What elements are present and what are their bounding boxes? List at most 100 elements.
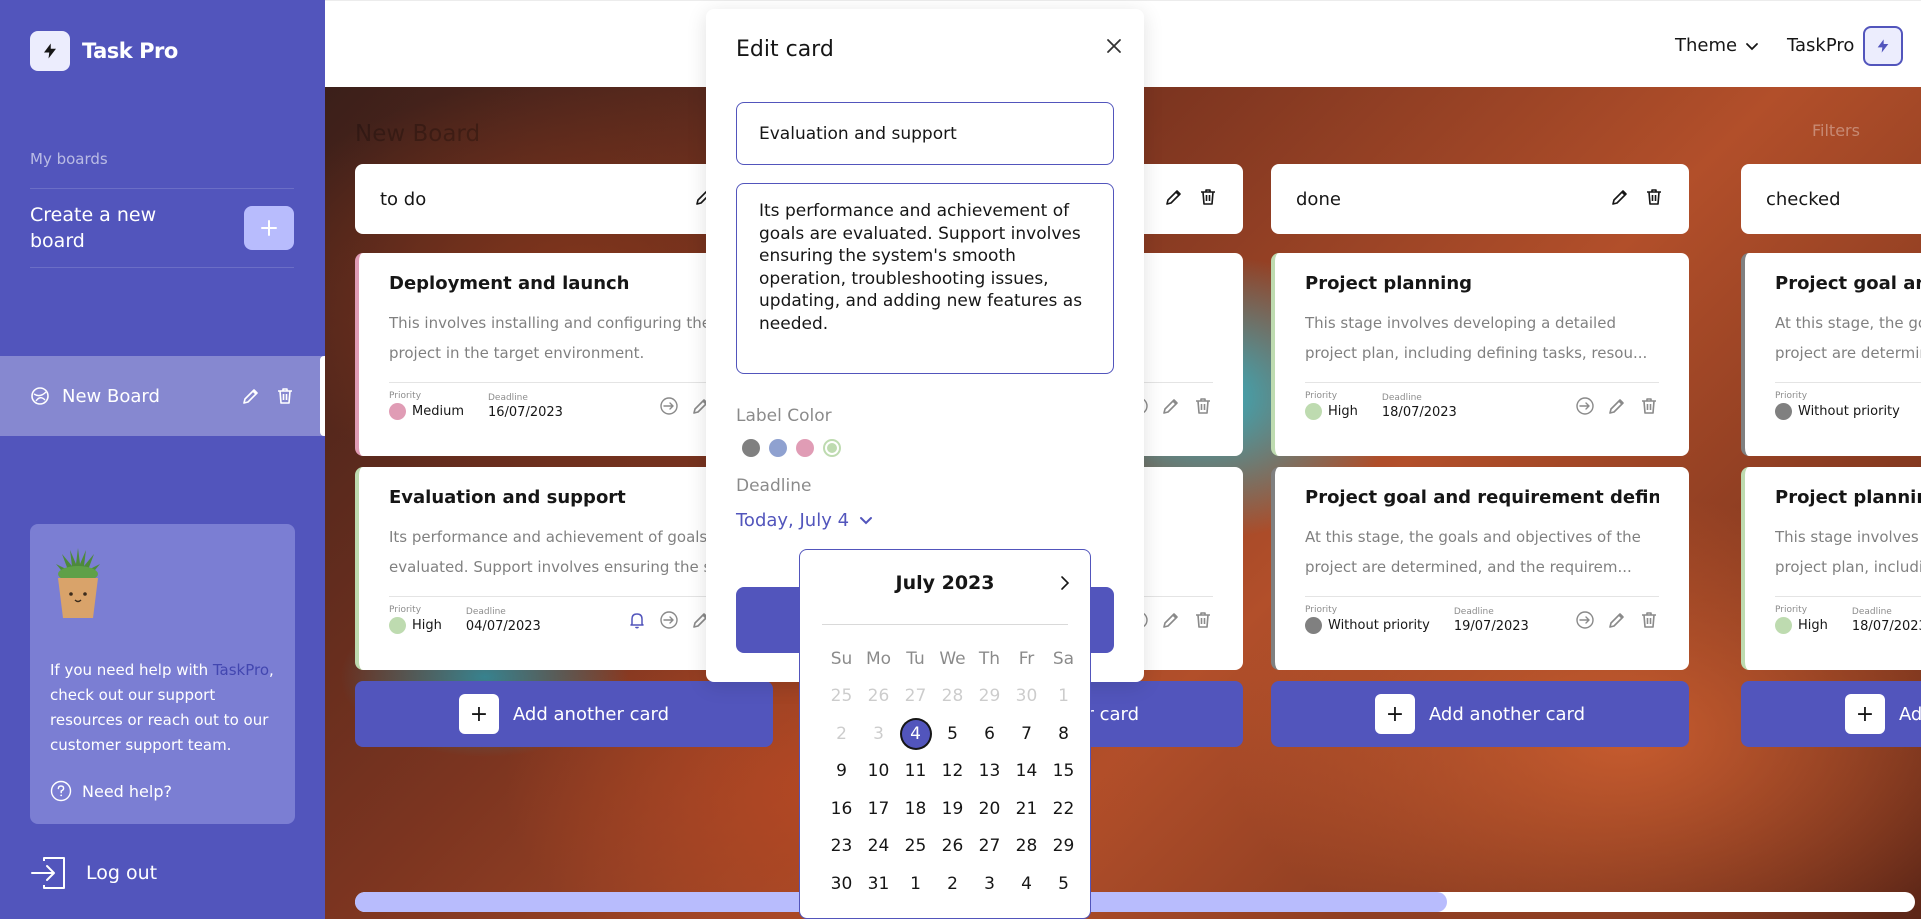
calendar-day[interactable]: 24 (860, 828, 897, 866)
calendar-day[interactable]: 4 (1008, 865, 1045, 903)
move-card-icon[interactable] (1575, 610, 1595, 634)
card-deadline: Deadline 16/07/2023 (488, 393, 563, 420)
trash-icon[interactable] (1193, 396, 1213, 420)
calendar-day[interactable]: 14 (1008, 753, 1045, 791)
calendar-day[interactable]: 26 (934, 828, 971, 866)
create-board-button[interactable] (244, 206, 294, 250)
calendar-day[interactable]: 10 (860, 753, 897, 791)
trash-icon[interactable] (1193, 610, 1213, 634)
pencil-icon[interactable] (241, 386, 261, 406)
calendar-day-number: 1 (1058, 686, 1069, 707)
label-color-option[interactable] (796, 439, 814, 457)
calendar-day[interactable]: 19 (934, 790, 971, 828)
card-title-input[interactable] (736, 102, 1114, 165)
calendar-day[interactable]: 22 (1045, 790, 1082, 828)
calendar-day[interactable]: 6 (971, 715, 1008, 753)
calendar-day[interactable]: 23 (823, 828, 860, 866)
calendar-day[interactable]: 5 (934, 715, 971, 753)
calendar-grid: Su Mo Tu We Th Fr Sa 25 26 27 28 29 30 1 2 3 4 5 6 7 8 9 10 11 1… (823, 640, 1082, 903)
calendar-day-number: 6 (984, 723, 995, 744)
calendar-day[interactable]: 8 (1045, 715, 1082, 753)
card-description: Its performance and achievement of goals… (389, 528, 737, 576)
calendar-day[interactable]: 25 (897, 828, 934, 866)
add-card-button[interactable]: + Add another card (1271, 681, 1689, 747)
calendar-day[interactable]: 13 (971, 753, 1008, 791)
filters-button[interactable]: Filters (1812, 121, 1860, 140)
trash-icon[interactable] (1198, 187, 1218, 212)
card-priority: Priority High (1775, 605, 1828, 634)
app-logo[interactable]: Task Pro (30, 31, 178, 71)
calendar-day[interactable]: 17 (860, 790, 897, 828)
calendar-day: 28 (934, 678, 971, 716)
pencil-icon[interactable] (1161, 396, 1181, 420)
card-divider (389, 382, 743, 383)
pencil-icon[interactable] (1610, 187, 1630, 212)
user-name[interactable]: TaskPro (1787, 35, 1854, 56)
task-card[interactable]: Project planning This stage involves dev… (1271, 253, 1689, 456)
label-color-option[interactable] (823, 439, 841, 457)
card-deadline: Deadline 18/07/2023 (1852, 607, 1921, 634)
calendar-day[interactable]: 2 (934, 865, 971, 903)
move-card-icon[interactable] (659, 610, 679, 634)
sidebar-item-new-board[interactable]: New Board (0, 356, 325, 436)
calendar-day[interactable]: 3 (971, 865, 1008, 903)
need-help-button[interactable]: Need help? (50, 780, 172, 802)
pencil-icon[interactable] (1164, 187, 1184, 212)
pencil-icon[interactable] (1607, 396, 1627, 420)
calendar-day-number: 1 (910, 873, 921, 894)
label-color-heading: Label Color (736, 406, 832, 426)
close-icon[interactable] (1106, 35, 1122, 60)
calendar-day[interactable]: 21 (1008, 790, 1045, 828)
label-color-option[interactable] (742, 439, 760, 457)
card-description-input[interactable]: Its performance and achievement of goals… (736, 183, 1114, 374)
calendar-day[interactable]: 11 (897, 753, 934, 791)
calendar-day[interactable]: 20 (971, 790, 1008, 828)
calendar-day-number: 27 (904, 686, 927, 707)
task-card[interactable]: Project goal and requirement definition … (1271, 467, 1689, 670)
calendar-day[interactable]: 16 (823, 790, 860, 828)
calendar-day-selected[interactable]: 4 (897, 715, 934, 753)
chevron-right-icon[interactable] (1058, 574, 1072, 592)
move-card-icon[interactable] (1575, 396, 1595, 420)
weekday-label: We (939, 648, 966, 669)
trash-icon[interactable] (275, 386, 295, 406)
calendar-day[interactable]: 12 (934, 753, 971, 791)
user-avatar[interactable] (1863, 26, 1903, 66)
calendar-day[interactable]: 15 (1045, 753, 1082, 791)
pencil-icon[interactable] (1607, 610, 1627, 634)
help-brand-link[interactable]: TaskPro (213, 661, 269, 679)
calendar-day-number: 10 (867, 761, 890, 782)
calendar-day[interactable]: 30 (823, 865, 860, 903)
calendar-day-number: 20 (978, 798, 1001, 819)
move-card-icon[interactable] (659, 396, 679, 420)
theme-label: Theme (1675, 35, 1738, 56)
calendar-day[interactable]: 5 (1045, 865, 1082, 903)
calendar-day[interactable]: 1 (897, 865, 934, 903)
add-card-button[interactable]: + Add another card (1741, 681, 1921, 747)
calendar-day[interactable]: 27 (971, 828, 1008, 866)
trash-icon[interactable] (1639, 396, 1659, 420)
trash-icon[interactable] (1644, 187, 1664, 212)
task-card[interactable]: Project planning This stage involves dev… (1741, 467, 1921, 670)
theme-dropdown[interactable]: Theme (1675, 35, 1759, 56)
card-title: Project planning (1775, 487, 1921, 508)
calendar-day[interactable]: 28 (1008, 828, 1045, 866)
label-color-option[interactable] (769, 439, 787, 457)
plus-icon (261, 220, 277, 236)
calendar-day[interactable]: 31 (860, 865, 897, 903)
calendar-day[interactable]: 9 (823, 753, 860, 791)
calendar-day[interactable]: 7 (1008, 715, 1045, 753)
calendar-day[interactable]: 18 (897, 790, 934, 828)
calendar-day: 30 (1008, 678, 1045, 716)
date-picker: July 2023 Su Mo Tu We Th Fr Sa 25 26 27 28 29 30 1 2 3 4… (799, 549, 1091, 919)
task-card[interactable]: Project goal and requirement definition … (1741, 253, 1921, 456)
deadline-dropdown[interactable]: Today, July 4 (736, 510, 873, 531)
horizontal-scrollbar[interactable] (355, 892, 1915, 912)
add-card-button[interactable]: + Add another card (355, 681, 773, 747)
calendar-day[interactable]: 29 (1045, 828, 1082, 866)
calendar-day-number: 28 (1015, 836, 1038, 857)
pencil-icon[interactable] (1161, 610, 1181, 634)
logout-button[interactable]: Log out (30, 855, 157, 891)
trash-icon[interactable] (1639, 610, 1659, 634)
calendar-day-number: 21 (1015, 798, 1038, 819)
